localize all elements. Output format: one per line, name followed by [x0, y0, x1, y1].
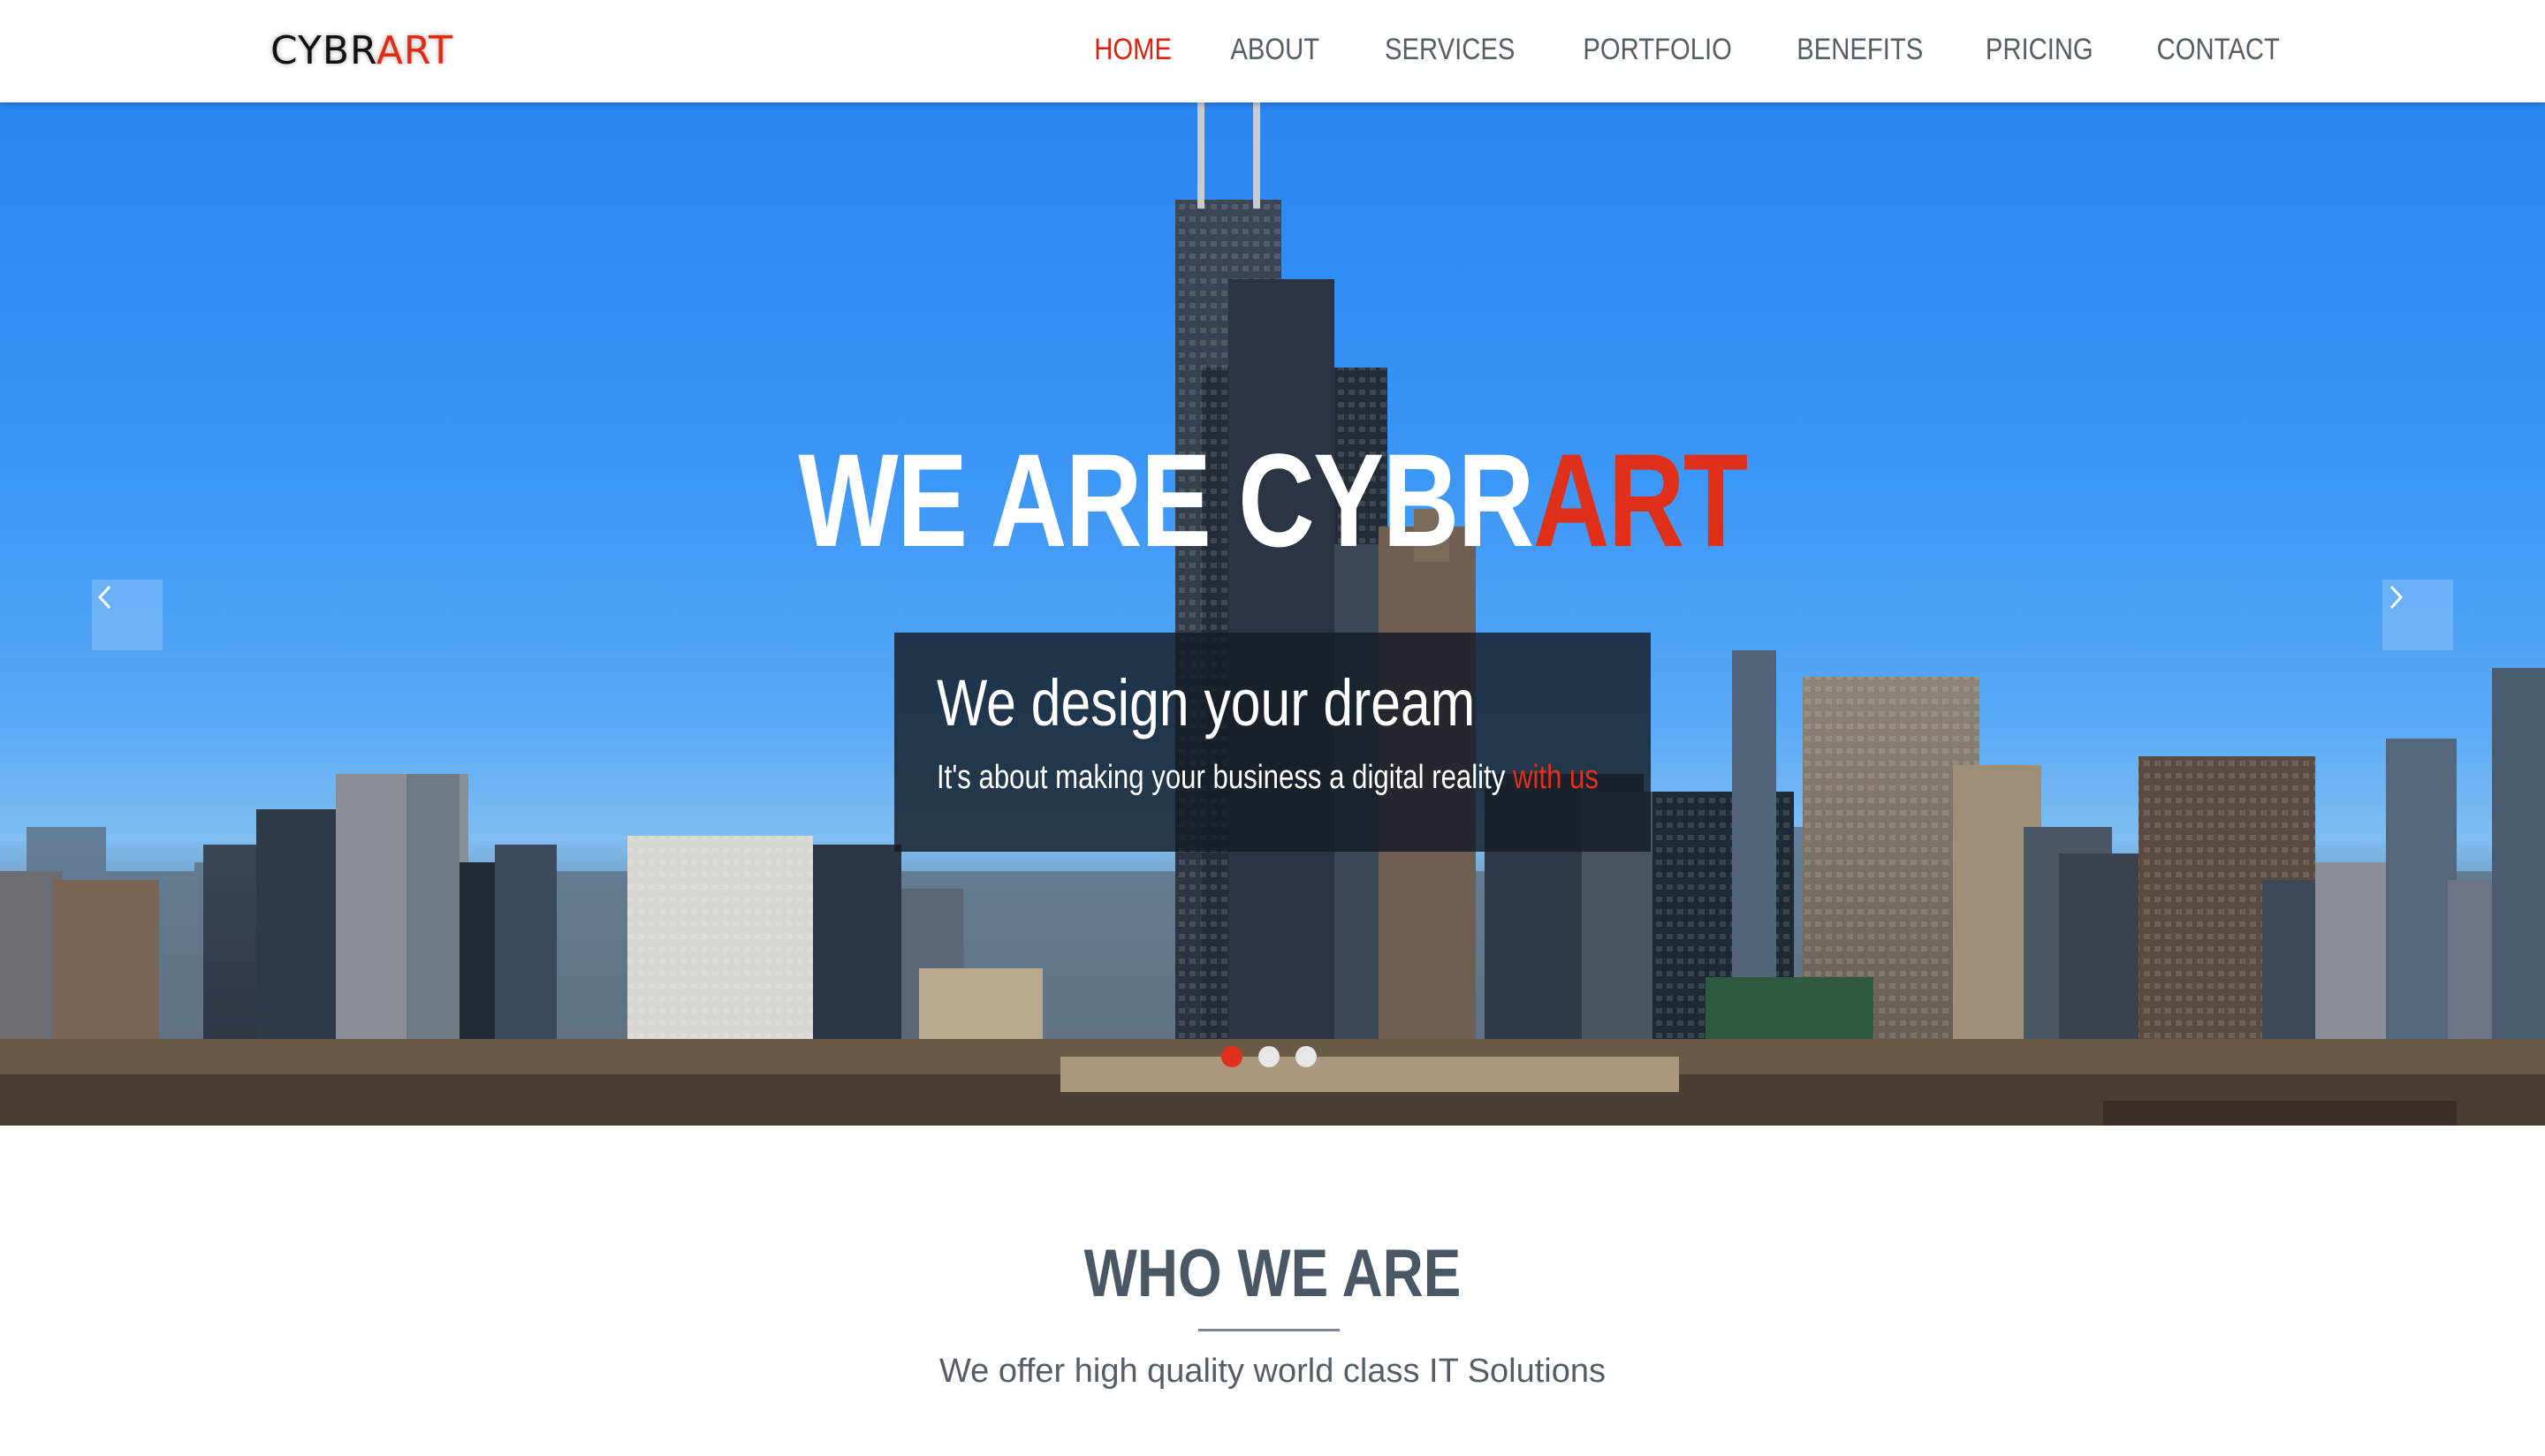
- section-subtitle: We offer high quality world class IT Sol…: [938, 1353, 1607, 1390]
- slide-caption: We design your dream It's about making y…: [894, 633, 1651, 852]
- hero-title-accent: ART: [1532, 426, 1748, 574]
- caption-subtitle-text: It's about making your business a digita…: [937, 759, 1513, 796]
- nav-item-services[interactable]: SERVICES: [1385, 28, 1515, 71]
- nav-item-contact[interactable]: CONTACT: [2157, 28, 2280, 71]
- chevron-right-icon: [2389, 585, 2404, 610]
- carousel-prev-button[interactable]: [92, 580, 163, 650]
- chevron-left-icon: [97, 585, 111, 610]
- caption-title: We design your dream: [937, 666, 1476, 739]
- hero-title: WE ARE CYBRART: [254, 429, 2290, 571]
- nav-item-benefits[interactable]: BENEFITS: [1797, 28, 1924, 71]
- main-nav: HOME ABOUT SERVICES PORTFOLIO BENEFITS P…: [1037, 28, 2280, 71]
- caption-subtitle: It's about making your business a digita…: [937, 756, 1599, 799]
- carousel-dot-3[interactable]: [1295, 1046, 1317, 1067]
- site-logo[interactable]: CYBRART: [270, 27, 453, 76]
- caption-subtitle-accent: with us: [1512, 759, 1599, 796]
- section-title: WHO WE ARE: [1083, 1236, 1462, 1311]
- city-skyline-image: [0, 102, 2545, 1126]
- hero-title-main: WE ARE CYBR: [798, 426, 1534, 574]
- carousel-dot-2[interactable]: [1258, 1046, 1280, 1067]
- logo-text-accent: ART: [376, 28, 454, 73]
- nav-item-portfolio[interactable]: PORTFOLIO: [1584, 28, 1732, 71]
- hero-carousel: WE ARE CYBRART We design your dream It's…: [0, 102, 2545, 1126]
- carousel-next-button[interactable]: [2382, 580, 2453, 650]
- carousel-indicators: [1221, 1046, 1317, 1067]
- section-divider: [1198, 1329, 1340, 1331]
- nav-item-pricing[interactable]: PRICING: [1985, 28, 2093, 71]
- nav-item-home[interactable]: HOME: [1094, 28, 1172, 71]
- navbar: CYBRART HOME ABOUT SERVICES PORTFOLIO BE…: [0, 0, 2545, 102]
- nav-item-about[interactable]: ABOUT: [1230, 28, 1319, 71]
- logo-text-main: CYBR: [270, 28, 376, 73]
- carousel-dot-1[interactable]: [1221, 1046, 1242, 1067]
